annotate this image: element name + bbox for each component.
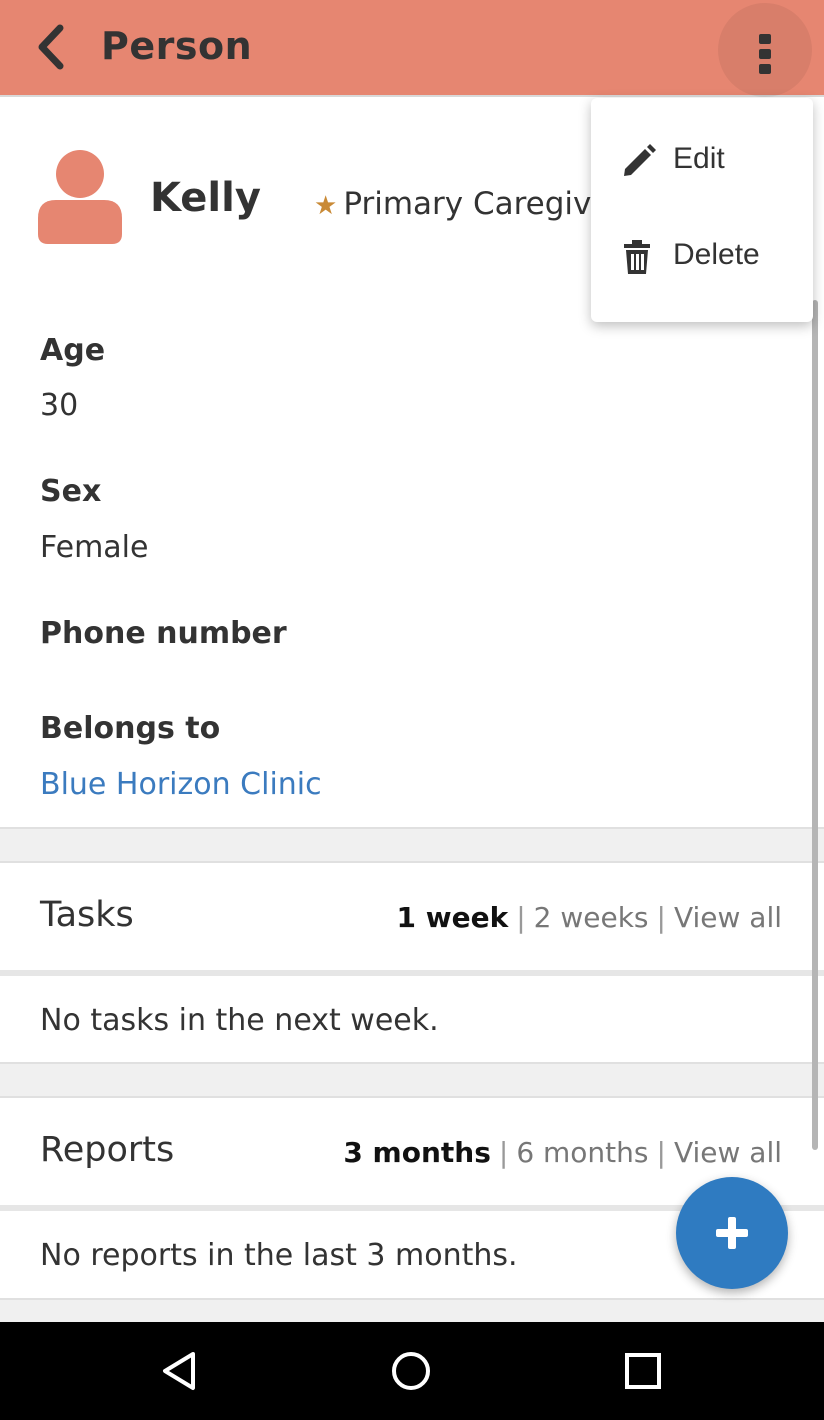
tasks-view-all-link[interactable]: View all <box>674 901 782 934</box>
add-action-button[interactable] <box>676 1177 788 1289</box>
back-button[interactable] <box>30 22 74 72</box>
recents-square-icon[interactable] <box>618 1346 668 1396</box>
overflow-menu-button[interactable] <box>718 3 812 97</box>
person-icon <box>38 150 122 244</box>
edit-label: Edit <box>673 142 725 175</box>
sex-value: Female <box>40 530 149 565</box>
section-gap <box>0 1062 824 1098</box>
system-navigation-bar <box>0 1322 824 1420</box>
scrollbar[interactable] <box>812 300 818 1150</box>
reports-filter-3-months[interactable]: 3 months <box>343 1136 491 1169</box>
reports-filters: 3 months | 6 months | View all <box>343 1136 782 1169</box>
reports-filter-6-months[interactable]: 6 months <box>516 1136 648 1169</box>
back-triangle-icon[interactable] <box>155 1346 205 1396</box>
tasks-filters: 1 week | 2 weeks | View all <box>396 901 782 934</box>
section-gap <box>0 827 824 863</box>
edit-menu-item[interactable]: Edit <box>591 116 813 206</box>
tasks-filter-2-weeks[interactable]: 2 weeks <box>534 901 649 934</box>
sex-label: Sex <box>40 474 102 509</box>
star-icon: ★ <box>314 191 338 221</box>
person-name: Kelly <box>150 175 261 221</box>
role-label: ★ Primary Caregiver <box>314 186 623 222</box>
filter-separator: | <box>498 1136 509 1169</box>
delete-menu-item[interactable]: Delete <box>591 212 813 302</box>
age-value: 30 <box>40 388 79 423</box>
tasks-empty-message: No tasks in the next week. <box>40 1003 439 1038</box>
belongs-to-link[interactable]: Blue Horizon Clinic <box>40 767 322 802</box>
filter-separator: | <box>656 1136 666 1169</box>
reports-empty-message: No reports in the last 3 months. <box>40 1238 518 1273</box>
tasks-filter-1-week[interactable]: 1 week <box>396 901 508 934</box>
reports-title: Reports <box>40 1130 175 1170</box>
overflow-menu: Edit Delete <box>591 98 813 322</box>
section-divider <box>0 970 824 976</box>
home-circle-icon[interactable] <box>386 1346 436 1396</box>
reports-view-all-link[interactable]: View all <box>674 1136 782 1169</box>
role-text: Primary Caregiver <box>343 186 624 222</box>
age-label: Age <box>40 333 106 368</box>
app-bar: Person <box>0 0 824 97</box>
chevron-left-icon <box>38 24 64 70</box>
trash-icon <box>624 240 650 274</box>
filter-separator: | <box>516 901 526 934</box>
belongs-to-label: Belongs to <box>40 711 221 746</box>
phone-number-label: Phone number <box>40 616 287 651</box>
pencil-icon <box>624 144 656 176</box>
filter-separator: | <box>656 901 666 934</box>
page-title: Person <box>101 24 253 68</box>
tasks-title: Tasks <box>40 895 134 935</box>
section-gap <box>0 1298 824 1324</box>
delete-label: Delete <box>673 238 760 271</box>
